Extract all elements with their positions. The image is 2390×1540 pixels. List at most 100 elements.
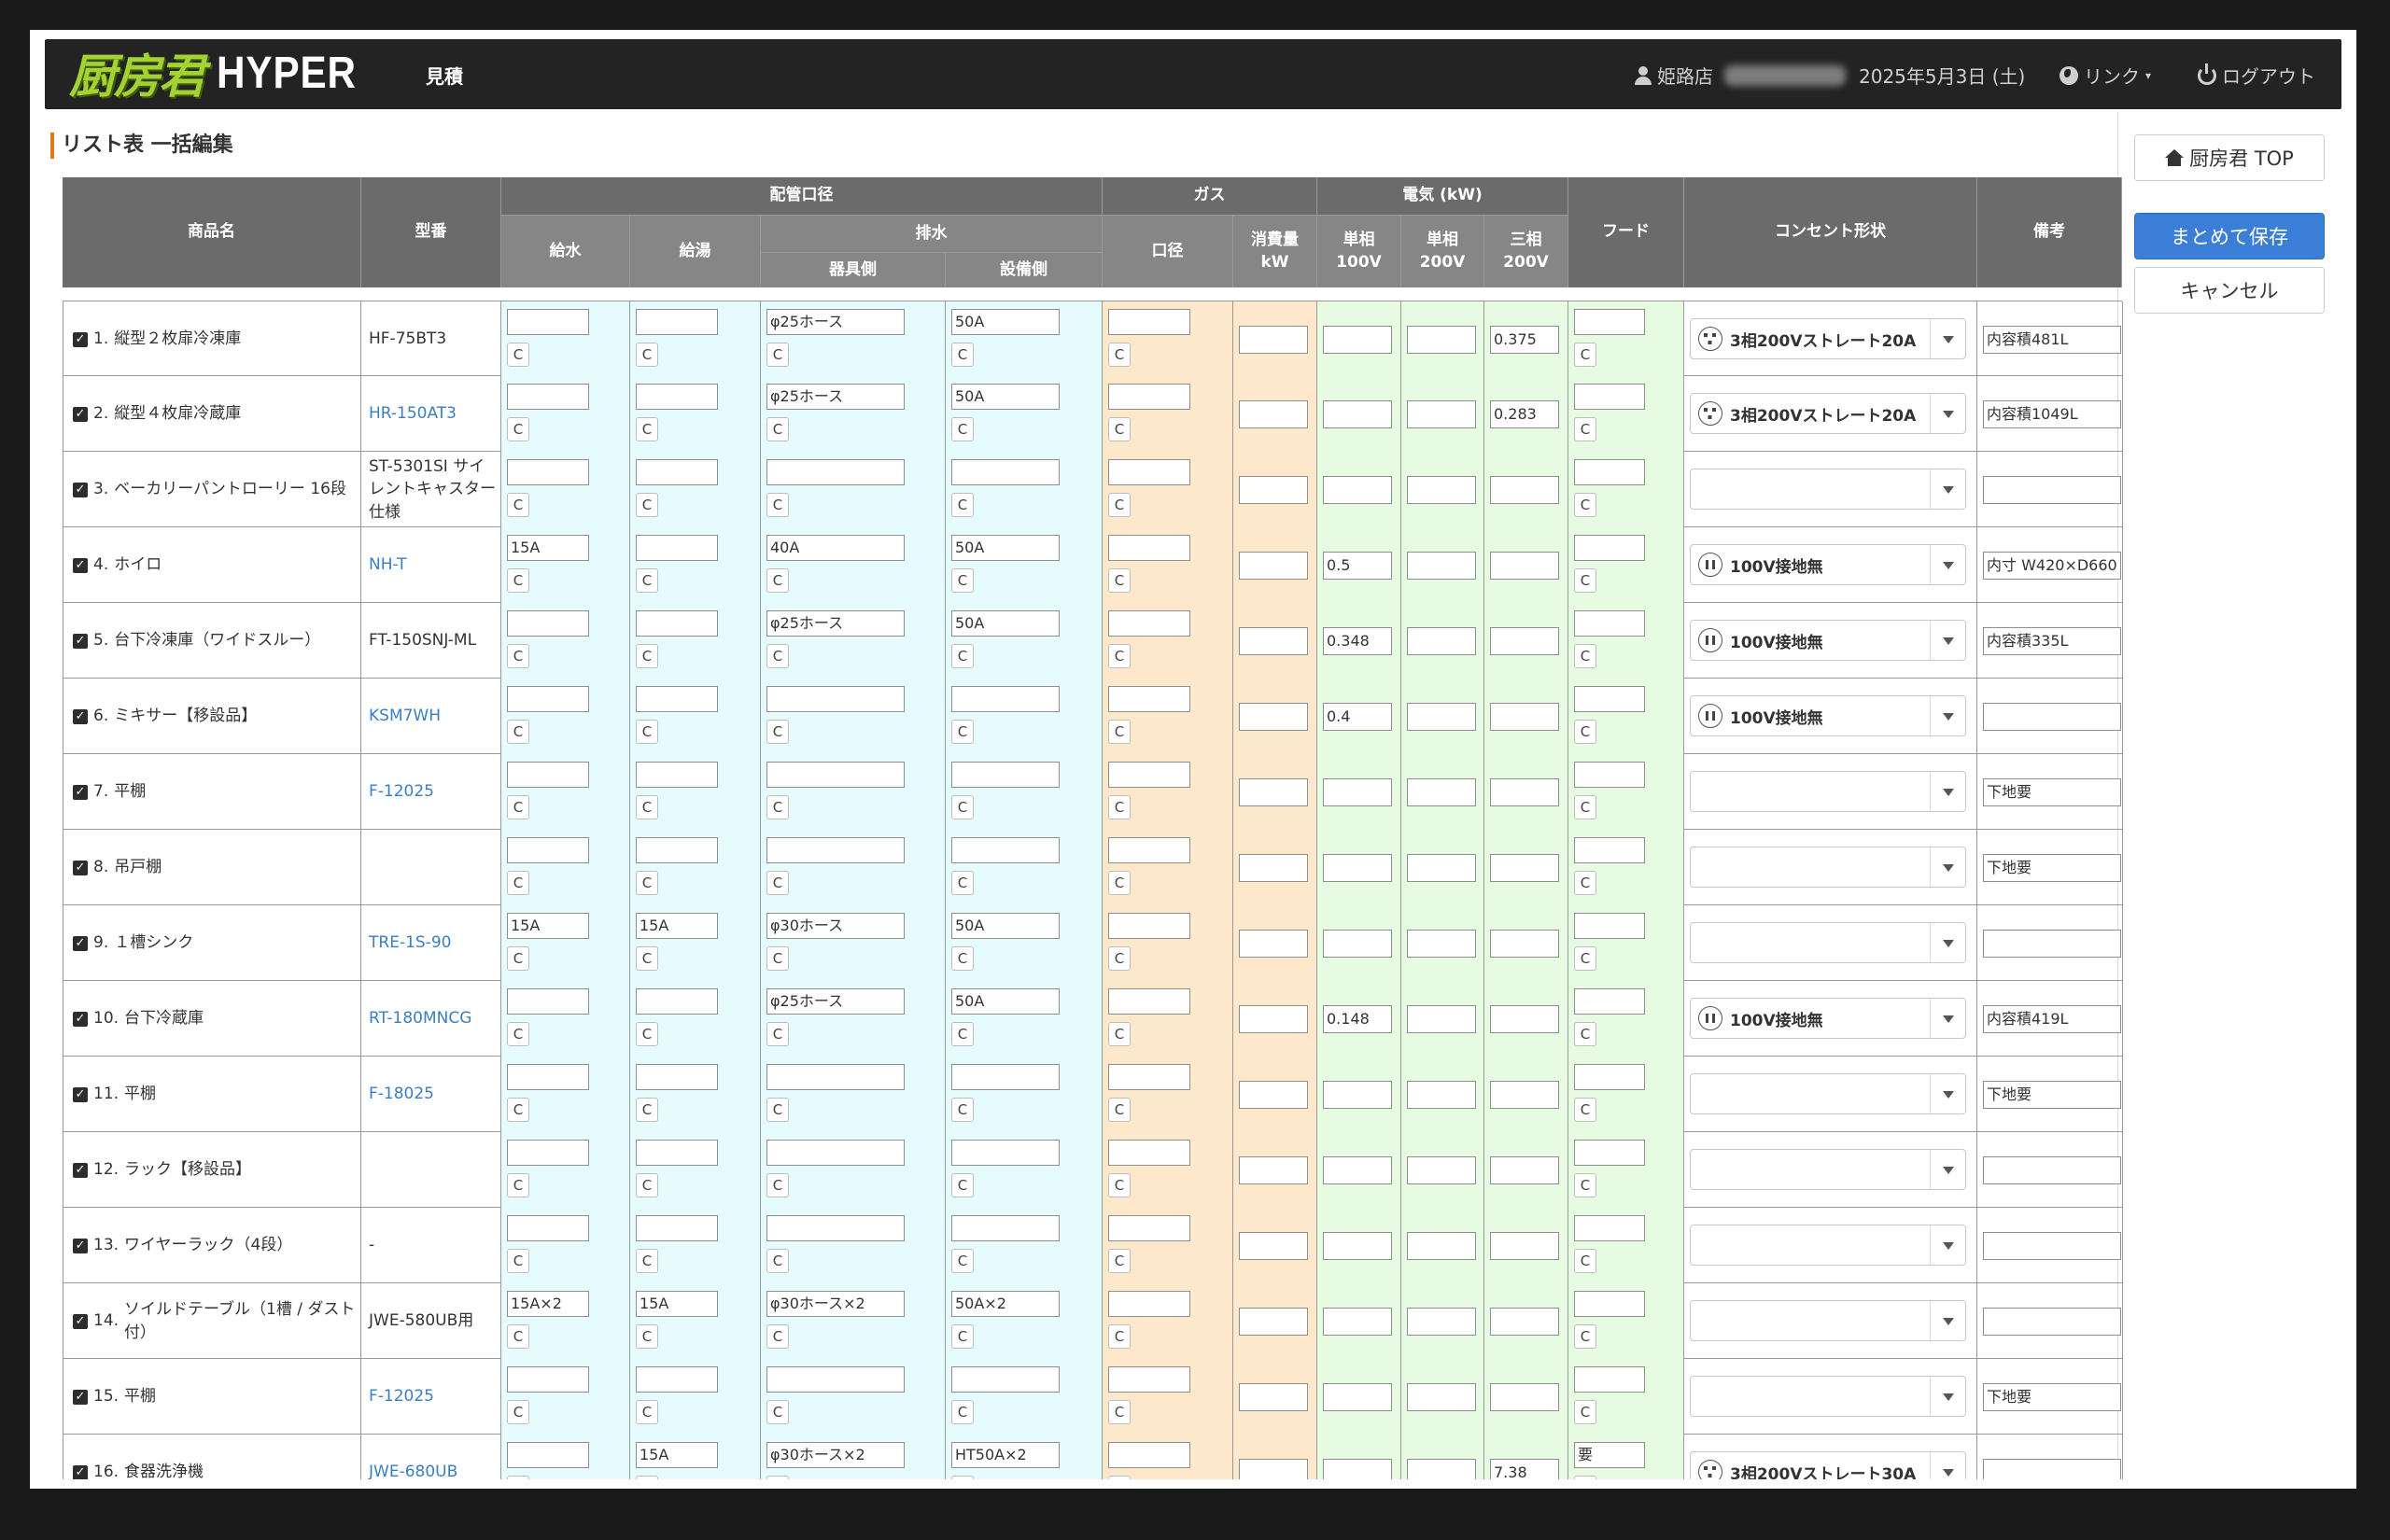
input-e200[interactable]: [1407, 326, 1476, 354]
clear-button-drain1[interactable]: C: [766, 1098, 789, 1122]
input-e3[interactable]: [1490, 627, 1559, 655]
input-e200[interactable]: [1407, 1308, 1476, 1336]
row-checkbox[interactable]: ✓: [73, 633, 88, 649]
input-gas[interactable]: [1108, 1064, 1190, 1090]
input-drain2[interactable]: 50A: [951, 535, 1060, 561]
clear-button-drain2[interactable]: C: [951, 795, 974, 819]
input-e100[interactable]: [1323, 1156, 1392, 1184]
clear-button-gas[interactable]: C: [1108, 795, 1131, 819]
input-water[interactable]: [507, 1140, 589, 1166]
input-gas[interactable]: [1108, 1215, 1190, 1241]
clear-button-hood[interactable]: C: [1574, 871, 1596, 895]
row-checkbox[interactable]: ✓: [73, 1162, 88, 1178]
clear-button-gas[interactable]: C: [1108, 417, 1131, 441]
clear-button-hood[interactable]: C: [1574, 1324, 1596, 1349]
input-gkw[interactable]: [1239, 778, 1308, 806]
input-e200[interactable]: [1407, 400, 1476, 428]
outlet-select[interactable]: 3相200Vストレート20A: [1690, 393, 1966, 434]
input-gas[interactable]: [1108, 459, 1190, 485]
clear-button-gas[interactable]: C: [1108, 720, 1131, 744]
clear-button-gas[interactable]: C: [1108, 1022, 1131, 1046]
clear-button-drain2[interactable]: C: [951, 493, 974, 517]
clear-button-drain1[interactable]: C: [766, 946, 789, 971]
remarks-input[interactable]: [1983, 1232, 2121, 1260]
clear-button-gas[interactable]: C: [1108, 1400, 1131, 1424]
model-link[interactable]: F-18025: [369, 1083, 434, 1106]
input-e200[interactable]: [1407, 1459, 1476, 1479]
input-e200[interactable]: [1407, 1081, 1476, 1109]
remarks-input[interactable]: [1983, 1459, 2121, 1479]
input-e200[interactable]: [1407, 552, 1476, 580]
input-drain2[interactable]: 50A: [951, 384, 1060, 410]
input-drain2[interactable]: [951, 1140, 1060, 1166]
row-checkbox[interactable]: ✓: [73, 331, 88, 347]
input-hot[interactable]: [636, 837, 718, 863]
clear-button-drain1[interactable]: C: [766, 1476, 789, 1479]
clear-button-drain1[interactable]: C: [766, 644, 789, 668]
clear-button-water[interactable]: C: [507, 720, 529, 744]
clear-button-hot[interactable]: C: [636, 493, 658, 517]
clear-button-gas[interactable]: C: [1108, 568, 1131, 593]
input-drain1[interactable]: [766, 459, 905, 485]
input-drain1[interactable]: [766, 1140, 905, 1166]
clear-button-hood[interactable]: C: [1574, 417, 1596, 441]
clear-button-water[interactable]: C: [507, 795, 529, 819]
clear-button-drain2[interactable]: C: [951, 1098, 974, 1122]
clear-button-drain2[interactable]: C: [951, 871, 974, 895]
input-water[interactable]: [507, 459, 589, 485]
clear-button-gas[interactable]: C: [1108, 1324, 1131, 1349]
clear-button-hood[interactable]: C: [1574, 946, 1596, 971]
clear-button-water[interactable]: C: [507, 1022, 529, 1046]
input-water[interactable]: [507, 1366, 589, 1393]
clear-button-gas[interactable]: C: [1108, 946, 1131, 971]
model-link[interactable]: JWE-680UB: [369, 1461, 457, 1479]
clear-button-hot[interactable]: C: [636, 1324, 658, 1349]
clear-button-hot[interactable]: C: [636, 1022, 658, 1046]
save-all-button[interactable]: まとめて保存: [2134, 213, 2325, 259]
clear-button-hot[interactable]: C: [636, 1249, 658, 1273]
input-gkw[interactable]: [1239, 930, 1308, 958]
input-e100[interactable]: [1323, 854, 1392, 882]
clear-button-hood[interactable]: C: [1574, 1249, 1596, 1273]
clear-button-drain2[interactable]: C: [951, 720, 974, 744]
clear-button-hot[interactable]: C: [636, 795, 658, 819]
input-hot[interactable]: [636, 535, 718, 561]
input-gas[interactable]: [1108, 913, 1190, 939]
input-gkw[interactable]: [1239, 326, 1308, 354]
input-drain2[interactable]: 50A: [951, 309, 1060, 335]
input-drain2[interactable]: 50A×2: [951, 1291, 1060, 1317]
clear-button-drain2[interactable]: C: [951, 946, 974, 971]
clear-button-water[interactable]: C: [507, 343, 529, 367]
input-e3[interactable]: [1490, 1081, 1559, 1109]
model-link[interactable]: F-12025: [369, 1385, 434, 1408]
row-checkbox[interactable]: ✓: [73, 935, 88, 951]
input-water[interactable]: [507, 762, 589, 788]
input-drain1[interactable]: φ25ホース: [766, 384, 905, 410]
input-water[interactable]: 15A: [507, 535, 589, 561]
input-drain1[interactable]: φ30ホース×2: [766, 1291, 905, 1317]
clear-button-gas[interactable]: C: [1108, 493, 1131, 517]
input-hood[interactable]: 要: [1574, 1442, 1645, 1468]
outlet-select[interactable]: 100V接地無: [1690, 620, 1966, 661]
input-gas[interactable]: [1108, 686, 1190, 712]
input-hood[interactable]: [1574, 1291, 1645, 1317]
input-gas[interactable]: [1108, 837, 1190, 863]
input-water[interactable]: [507, 686, 589, 712]
clear-button-gas[interactable]: C: [1108, 1249, 1131, 1273]
clear-button-hood[interactable]: C: [1574, 568, 1596, 593]
clear-button-hood[interactable]: C: [1574, 1400, 1596, 1424]
model-link[interactable]: F-12025: [369, 780, 434, 804]
input-e3[interactable]: [1490, 1308, 1559, 1336]
input-drain1[interactable]: φ25ホース: [766, 610, 905, 637]
input-water[interactable]: [507, 988, 589, 1015]
input-hot[interactable]: [636, 459, 718, 485]
outlet-select[interactable]: [1690, 1149, 1966, 1190]
clear-button-drain1[interactable]: C: [766, 1324, 789, 1349]
clear-button-hot[interactable]: C: [636, 946, 658, 971]
input-drain2[interactable]: [951, 459, 1060, 485]
input-gkw[interactable]: [1239, 400, 1308, 428]
clear-button-drain1[interactable]: C: [766, 343, 789, 367]
clear-button-water[interactable]: C: [507, 1098, 529, 1122]
clear-button-drain1[interactable]: C: [766, 1400, 789, 1424]
input-e100[interactable]: 0.148: [1323, 1005, 1392, 1033]
